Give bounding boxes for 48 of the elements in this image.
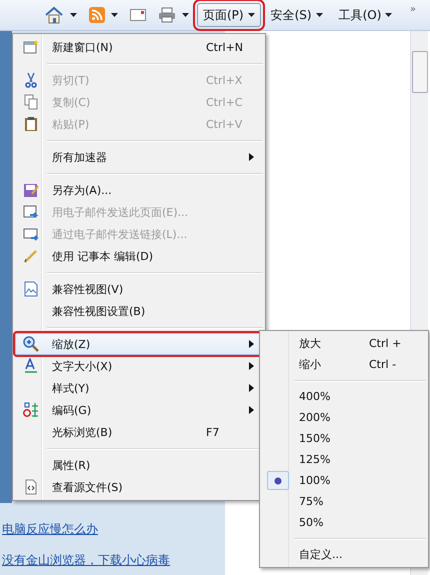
menu-item[interactable]: 查看源文件(S) bbox=[15, 476, 263, 498]
menu-item[interactable]: 文字大小(X) bbox=[15, 355, 263, 377]
menu-item[interactable]: 样式(Y) bbox=[15, 377, 263, 399]
menu-item[interactable]: 150% bbox=[262, 428, 426, 449]
clipboard-icon bbox=[23, 116, 39, 132]
menu-item[interactable]: 125% bbox=[262, 449, 426, 470]
menu-button[interactable]: 安全(S) bbox=[264, 3, 329, 27]
email-link-icon bbox=[23, 226, 39, 242]
new-window-icon bbox=[23, 39, 39, 55]
feed-icon bbox=[89, 7, 105, 23]
menu-item[interactable]: 属性(R) bbox=[15, 454, 263, 476]
printer-icon bbox=[158, 7, 176, 23]
pencil-icon bbox=[23, 248, 39, 264]
menu-item[interactable]: 光标浏览(B) F7 bbox=[15, 421, 263, 443]
copy-icon bbox=[23, 94, 39, 110]
menu-item[interactable]: 使用 记事本 编辑(D) bbox=[15, 245, 263, 267]
menu-item[interactable]: 100% bbox=[262, 470, 426, 491]
menu-item[interactable]: 自定义... bbox=[262, 544, 426, 565]
page-link[interactable]: 电脑反应慢怎么办 bbox=[0, 521, 98, 538]
text-size-icon bbox=[23, 358, 39, 374]
scrollbar-thumb[interactable] bbox=[412, 51, 428, 93]
caret-icon bbox=[385, 13, 392, 17]
menu-item[interactable]: 另存为(A)... bbox=[15, 179, 263, 201]
zoom-icon bbox=[23, 336, 39, 352]
menu-item[interactable]: 缩小 Ctrl - bbox=[262, 354, 426, 375]
menu-item[interactable]: 所有加速器 bbox=[15, 146, 263, 168]
home-icon bbox=[44, 6, 64, 24]
overflow-chevron[interactable]: » bbox=[410, 4, 416, 15]
menu-item[interactable]: 放大 Ctrl + bbox=[262, 333, 426, 354]
menu-button[interactable]: 工具(O) bbox=[332, 3, 398, 27]
menu-item[interactable]: 新建窗口(N) Ctrl+N bbox=[15, 36, 263, 58]
menu-item[interactable]: 编码(G) bbox=[15, 399, 263, 421]
encoding-icon bbox=[23, 402, 39, 418]
menu-item[interactable]: 50% bbox=[262, 512, 426, 533]
page-link[interactable]: 没有金山浏览器，下载小心病毒 bbox=[0, 552, 170, 569]
menu-item[interactable]: 兼容性视图(V) bbox=[15, 278, 263, 300]
mail-icon bbox=[130, 9, 146, 21]
menu-item[interactable]: 400% bbox=[262, 386, 426, 407]
save-icon bbox=[23, 182, 39, 198]
menu-item[interactable]: 75% bbox=[262, 491, 426, 512]
email-page-icon bbox=[23, 204, 39, 220]
scissors-icon bbox=[23, 72, 39, 88]
caret-icon bbox=[316, 13, 323, 17]
caret-icon bbox=[248, 13, 255, 17]
menu-item[interactable]: 200% bbox=[262, 407, 426, 428]
menu-item[interactable]: 兼容性视图设置(B) bbox=[15, 300, 263, 322]
broken-page-icon bbox=[23, 281, 39, 297]
source-file-icon bbox=[23, 479, 39, 495]
